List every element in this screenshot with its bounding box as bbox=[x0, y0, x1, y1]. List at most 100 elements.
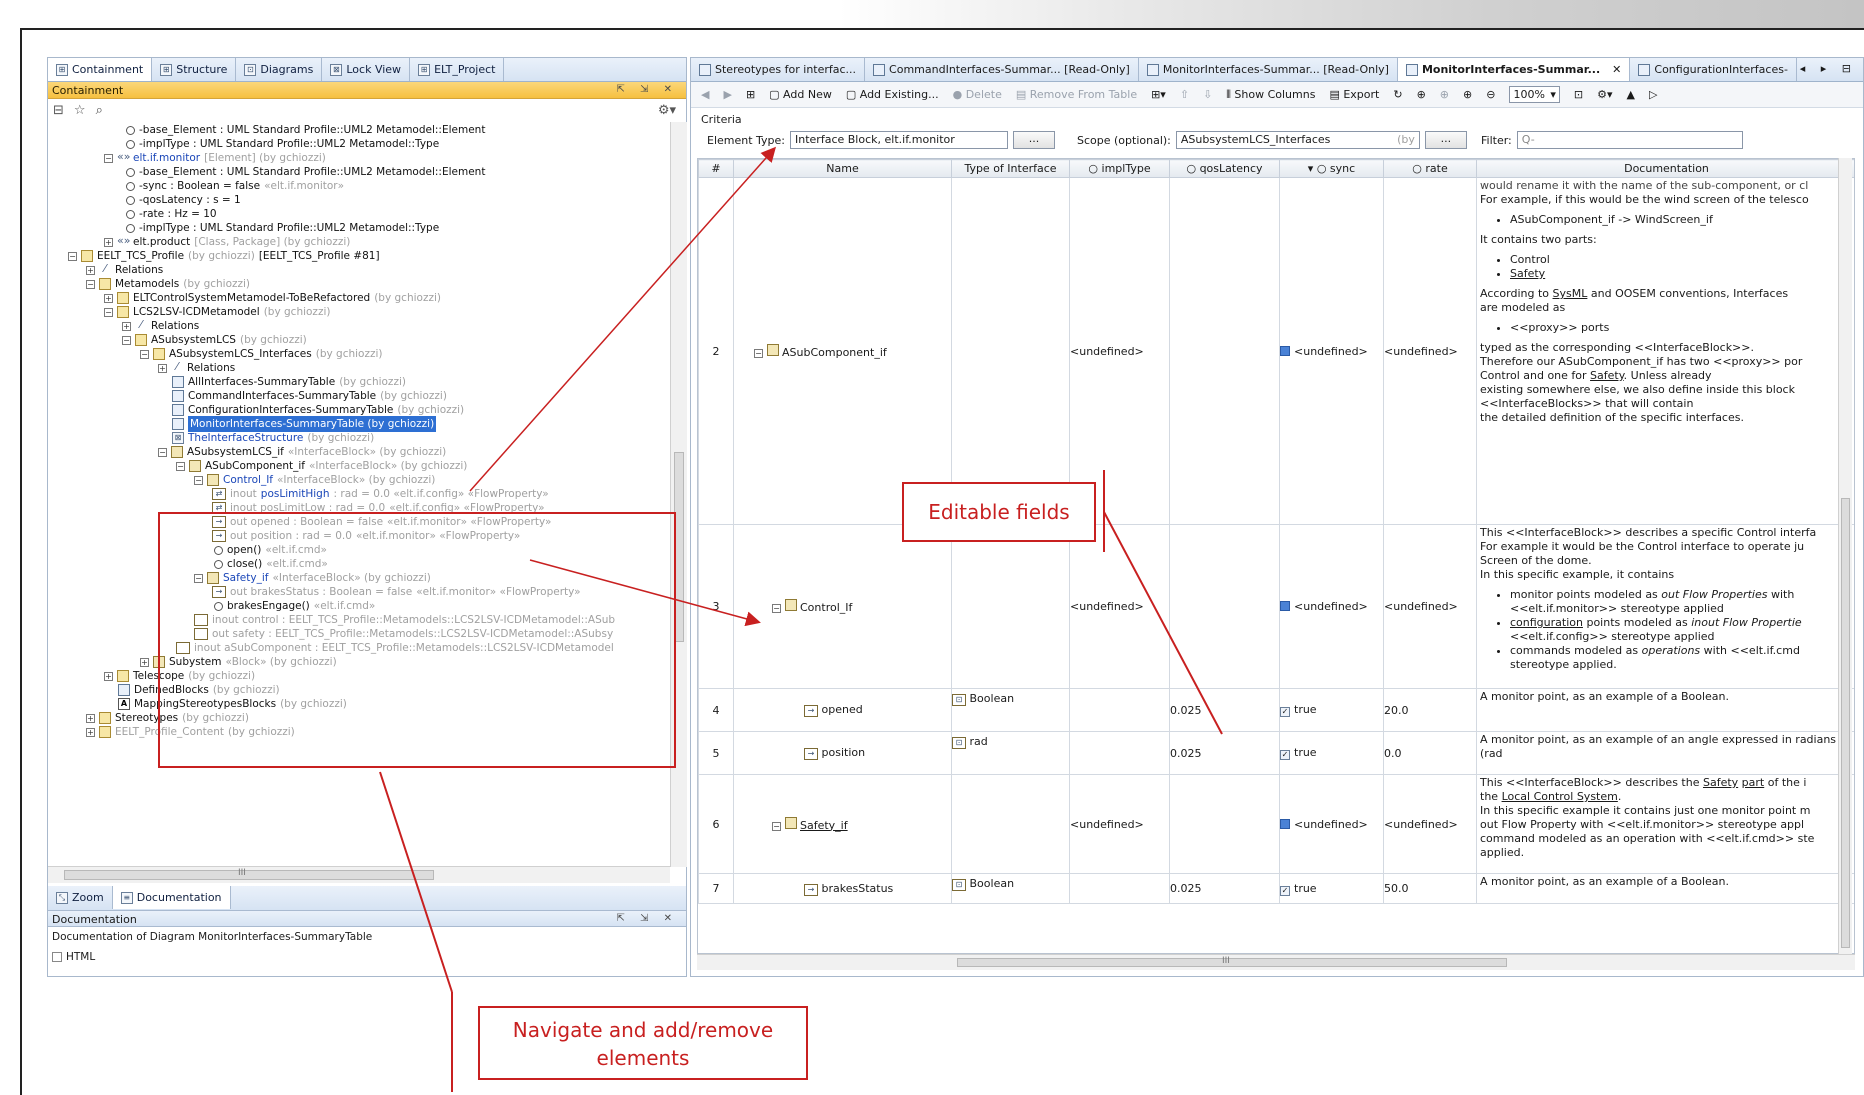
tab-containment[interactable]: ⊞ Containment bbox=[48, 58, 153, 81]
back-arrow-icon[interactable]: ◀ bbox=[701, 88, 709, 101]
collapse-toggle-icon[interactable]: − bbox=[86, 279, 95, 289]
doc-bullet-link[interactable]: Safety bbox=[1510, 267, 1853, 281]
name-cell[interactable]: → position bbox=[733, 731, 952, 775]
impltype-cell[interactable] bbox=[1069, 688, 1170, 732]
impltype-cell[interactable] bbox=[1069, 873, 1170, 904]
checkbox-checked-icon[interactable]: ✓ bbox=[1280, 750, 1290, 760]
column-header-rate[interactable]: ○ rate bbox=[1383, 159, 1477, 178]
checkbox-checked-icon[interactable]: ✓ bbox=[1280, 707, 1290, 717]
settings-gear-icon[interactable]: ⚙▾ bbox=[1597, 88, 1612, 101]
collapse-toggle-icon[interactable]: − bbox=[104, 307, 113, 317]
rate-cell[interactable]: 0.0 bbox=[1383, 731, 1477, 775]
column-header-documentation[interactable]: Documentation bbox=[1476, 159, 1854, 178]
documentation-cell[interactable]: This <<InterfaceBlock>> describes the Sa… bbox=[1476, 774, 1854, 874]
tab-structure[interactable]: ⊞ Structure bbox=[152, 58, 237, 81]
filter-input[interactable]: Q- bbox=[1516, 131, 1743, 149]
scroll-thumb[interactable] bbox=[674, 452, 684, 642]
type-cell[interactable]: ⊡ Boolean bbox=[951, 873, 1070, 904]
table-horizontal-scrollbar[interactable]: III bbox=[697, 954, 1855, 970]
doc-link[interactable]: Safety bbox=[1703, 776, 1738, 789]
collapse-toggle-icon[interactable]: − bbox=[122, 335, 131, 345]
name-cell[interactable]: → opened bbox=[733, 688, 952, 732]
qoslatency-cell[interactable]: 0.025 bbox=[1169, 873, 1280, 904]
type-cell[interactable]: ⊡ Boolean bbox=[951, 688, 1070, 732]
move-up-icon[interactable]: ⇧ bbox=[1180, 88, 1189, 101]
sync-cell[interactable]: <undefined> bbox=[1279, 524, 1384, 689]
zoom-in-icon[interactable]: ⊕ bbox=[1463, 88, 1472, 101]
impltype-cell[interactable] bbox=[1069, 731, 1170, 775]
documentation-cell[interactable]: This <<InterfaceBlock>> describes a spec… bbox=[1476, 524, 1854, 689]
scroll-thumb[interactable] bbox=[957, 958, 1507, 967]
qoslatency-cell[interactable] bbox=[1169, 774, 1280, 874]
expand-toggle-icon[interactable]: + bbox=[104, 237, 113, 247]
collapse-toggle-icon[interactable]: − bbox=[194, 475, 203, 485]
tab-zoom[interactable]: ⤡ Zoom bbox=[48, 886, 113, 909]
zoom-reset-icon[interactable]: ⊕ bbox=[1440, 88, 1449, 101]
scroll-thumb[interactable] bbox=[64, 870, 434, 880]
add-new-button[interactable]: ▢ Add New bbox=[769, 88, 832, 101]
scope-browse-button[interactable]: ... bbox=[1424, 131, 1467, 149]
name-cell[interactable]: − Control_If bbox=[733, 524, 952, 689]
export-button[interactable]: ▤ Export bbox=[1329, 88, 1379, 101]
tab-command-interfaces-summary[interactable]: CommandInterfaces-Summar... [Read-Only] bbox=[865, 58, 1139, 81]
documentation-cell[interactable]: A monitor point, as an example of an ang… bbox=[1476, 731, 1854, 775]
sync-cell[interactable]: <undefined> bbox=[1279, 177, 1384, 525]
type-cell[interactable] bbox=[951, 177, 1070, 525]
column-layout-icon[interactable]: ⊞▾ bbox=[1151, 88, 1166, 101]
sync-cell[interactable]: ✓ true bbox=[1279, 873, 1384, 904]
documentation-cell[interactable]: A monitor point, as an example of a Bool… bbox=[1476, 688, 1854, 732]
panel-window-controls[interactable]: ⇱ ⇲ ✕ bbox=[617, 913, 679, 924]
qoslatency-cell[interactable]: 0.025 bbox=[1169, 731, 1280, 775]
type-cell[interactable]: ⊡ rad bbox=[951, 731, 1070, 775]
zoom-out-icon[interactable]: ⊖ bbox=[1486, 88, 1495, 101]
expand-toggle-icon[interactable]: + bbox=[158, 363, 167, 373]
rate-cell[interactable]: <undefined> bbox=[1383, 774, 1477, 874]
element-type-field[interactable]: Interface Block, elt.if.monitor bbox=[790, 131, 1009, 149]
sync-cell[interactable]: ✓ true bbox=[1279, 731, 1384, 775]
tree-vertical-scrollbar[interactable] bbox=[670, 122, 687, 867]
rate-cell[interactable]: 50.0 bbox=[1383, 873, 1477, 904]
collapse-panel-icon[interactable]: ▲ bbox=[1627, 88, 1635, 101]
search-icon[interactable]: ⌕ bbox=[96, 103, 103, 118]
tree-row[interactable]: + EELT_Profile_Content (by gchiozzi) bbox=[86, 724, 295, 740]
expand-toggle-icon[interactable]: + bbox=[86, 727, 95, 737]
qoslatency-cell[interactable]: 0.025 bbox=[1169, 688, 1280, 732]
doc-link[interactable]: configuration bbox=[1510, 616, 1583, 629]
zoom-level-select[interactable]: 100% bbox=[1509, 86, 1560, 103]
table-row[interactable]: 5 → position ⊡ rad 0.025 ✓ true 0.0 A mon… bbox=[698, 731, 1854, 775]
scroll-thumb[interactable] bbox=[1841, 498, 1850, 948]
expand-toggle-icon[interactable]: + bbox=[140, 657, 149, 667]
element-type-browse-button[interactable]: ... bbox=[1013, 131, 1056, 149]
table-row[interactable]: 4 → opened ⊡ Boolean 0.025 ✓ true 20.0 A … bbox=[698, 688, 1854, 732]
documentation-cell[interactable]: A monitor point, as an example of a Bool… bbox=[1476, 873, 1854, 904]
tab-navigation-arrows-icon[interactable]: ◂ ▸ ⊟ bbox=[1800, 62, 1857, 75]
sync-cell[interactable]: <undefined> bbox=[1279, 774, 1384, 874]
tab-elt-project[interactable]: ⊞ ELT_Project bbox=[410, 58, 505, 81]
collapse-toggle-icon[interactable]: − bbox=[176, 461, 185, 471]
expand-toggle-icon[interactable]: + bbox=[86, 265, 95, 275]
name-cell[interactable]: → brakesStatus bbox=[733, 873, 952, 904]
qoslatency-cell[interactable] bbox=[1169, 524, 1280, 689]
column-header-impltype[interactable]: ○ implType bbox=[1069, 159, 1170, 178]
collapse-toggle-icon[interactable]: − bbox=[158, 447, 167, 457]
expand-toggle-icon[interactable]: + bbox=[122, 321, 131, 331]
table-row[interactable]: 3 − Control_If <undefined> <undefined> <… bbox=[698, 524, 1854, 689]
favorite-star-icon[interactable]: ☆ bbox=[74, 103, 86, 118]
view-options-icon[interactable]: ⊡ bbox=[1574, 88, 1583, 101]
collapse-toggle-icon[interactable]: − bbox=[772, 604, 781, 613]
qoslatency-cell[interactable] bbox=[1169, 177, 1280, 525]
column-header-sync[interactable]: ▾ ○ sync bbox=[1279, 159, 1384, 178]
collapse-toggle-icon[interactable]: − bbox=[68, 251, 77, 261]
doc-link[interactable]: Safety bbox=[1590, 369, 1624, 382]
expand-toggle-icon[interactable]: + bbox=[104, 293, 113, 303]
settings-gear-icon[interactable]: ⚙▾ bbox=[658, 103, 676, 118]
play-icon[interactable]: ▷ bbox=[1649, 88, 1657, 101]
checkbox-checked-icon[interactable]: ✓ bbox=[1280, 885, 1290, 896]
table-row[interactable]: 2 − ASubComponent_if <undefined> <undefi… bbox=[698, 177, 1854, 525]
move-down-icon[interactable]: ⇩ bbox=[1203, 88, 1212, 101]
column-header-number[interactable]: # bbox=[698, 159, 734, 178]
rate-cell[interactable]: <undefined> bbox=[1383, 177, 1477, 525]
collapse-all-icon[interactable]: ⊟ bbox=[53, 103, 64, 118]
column-header-qoslatency[interactable]: ○ qosLatency bbox=[1169, 159, 1280, 178]
expand-toggle-icon[interactable]: + bbox=[86, 713, 95, 723]
